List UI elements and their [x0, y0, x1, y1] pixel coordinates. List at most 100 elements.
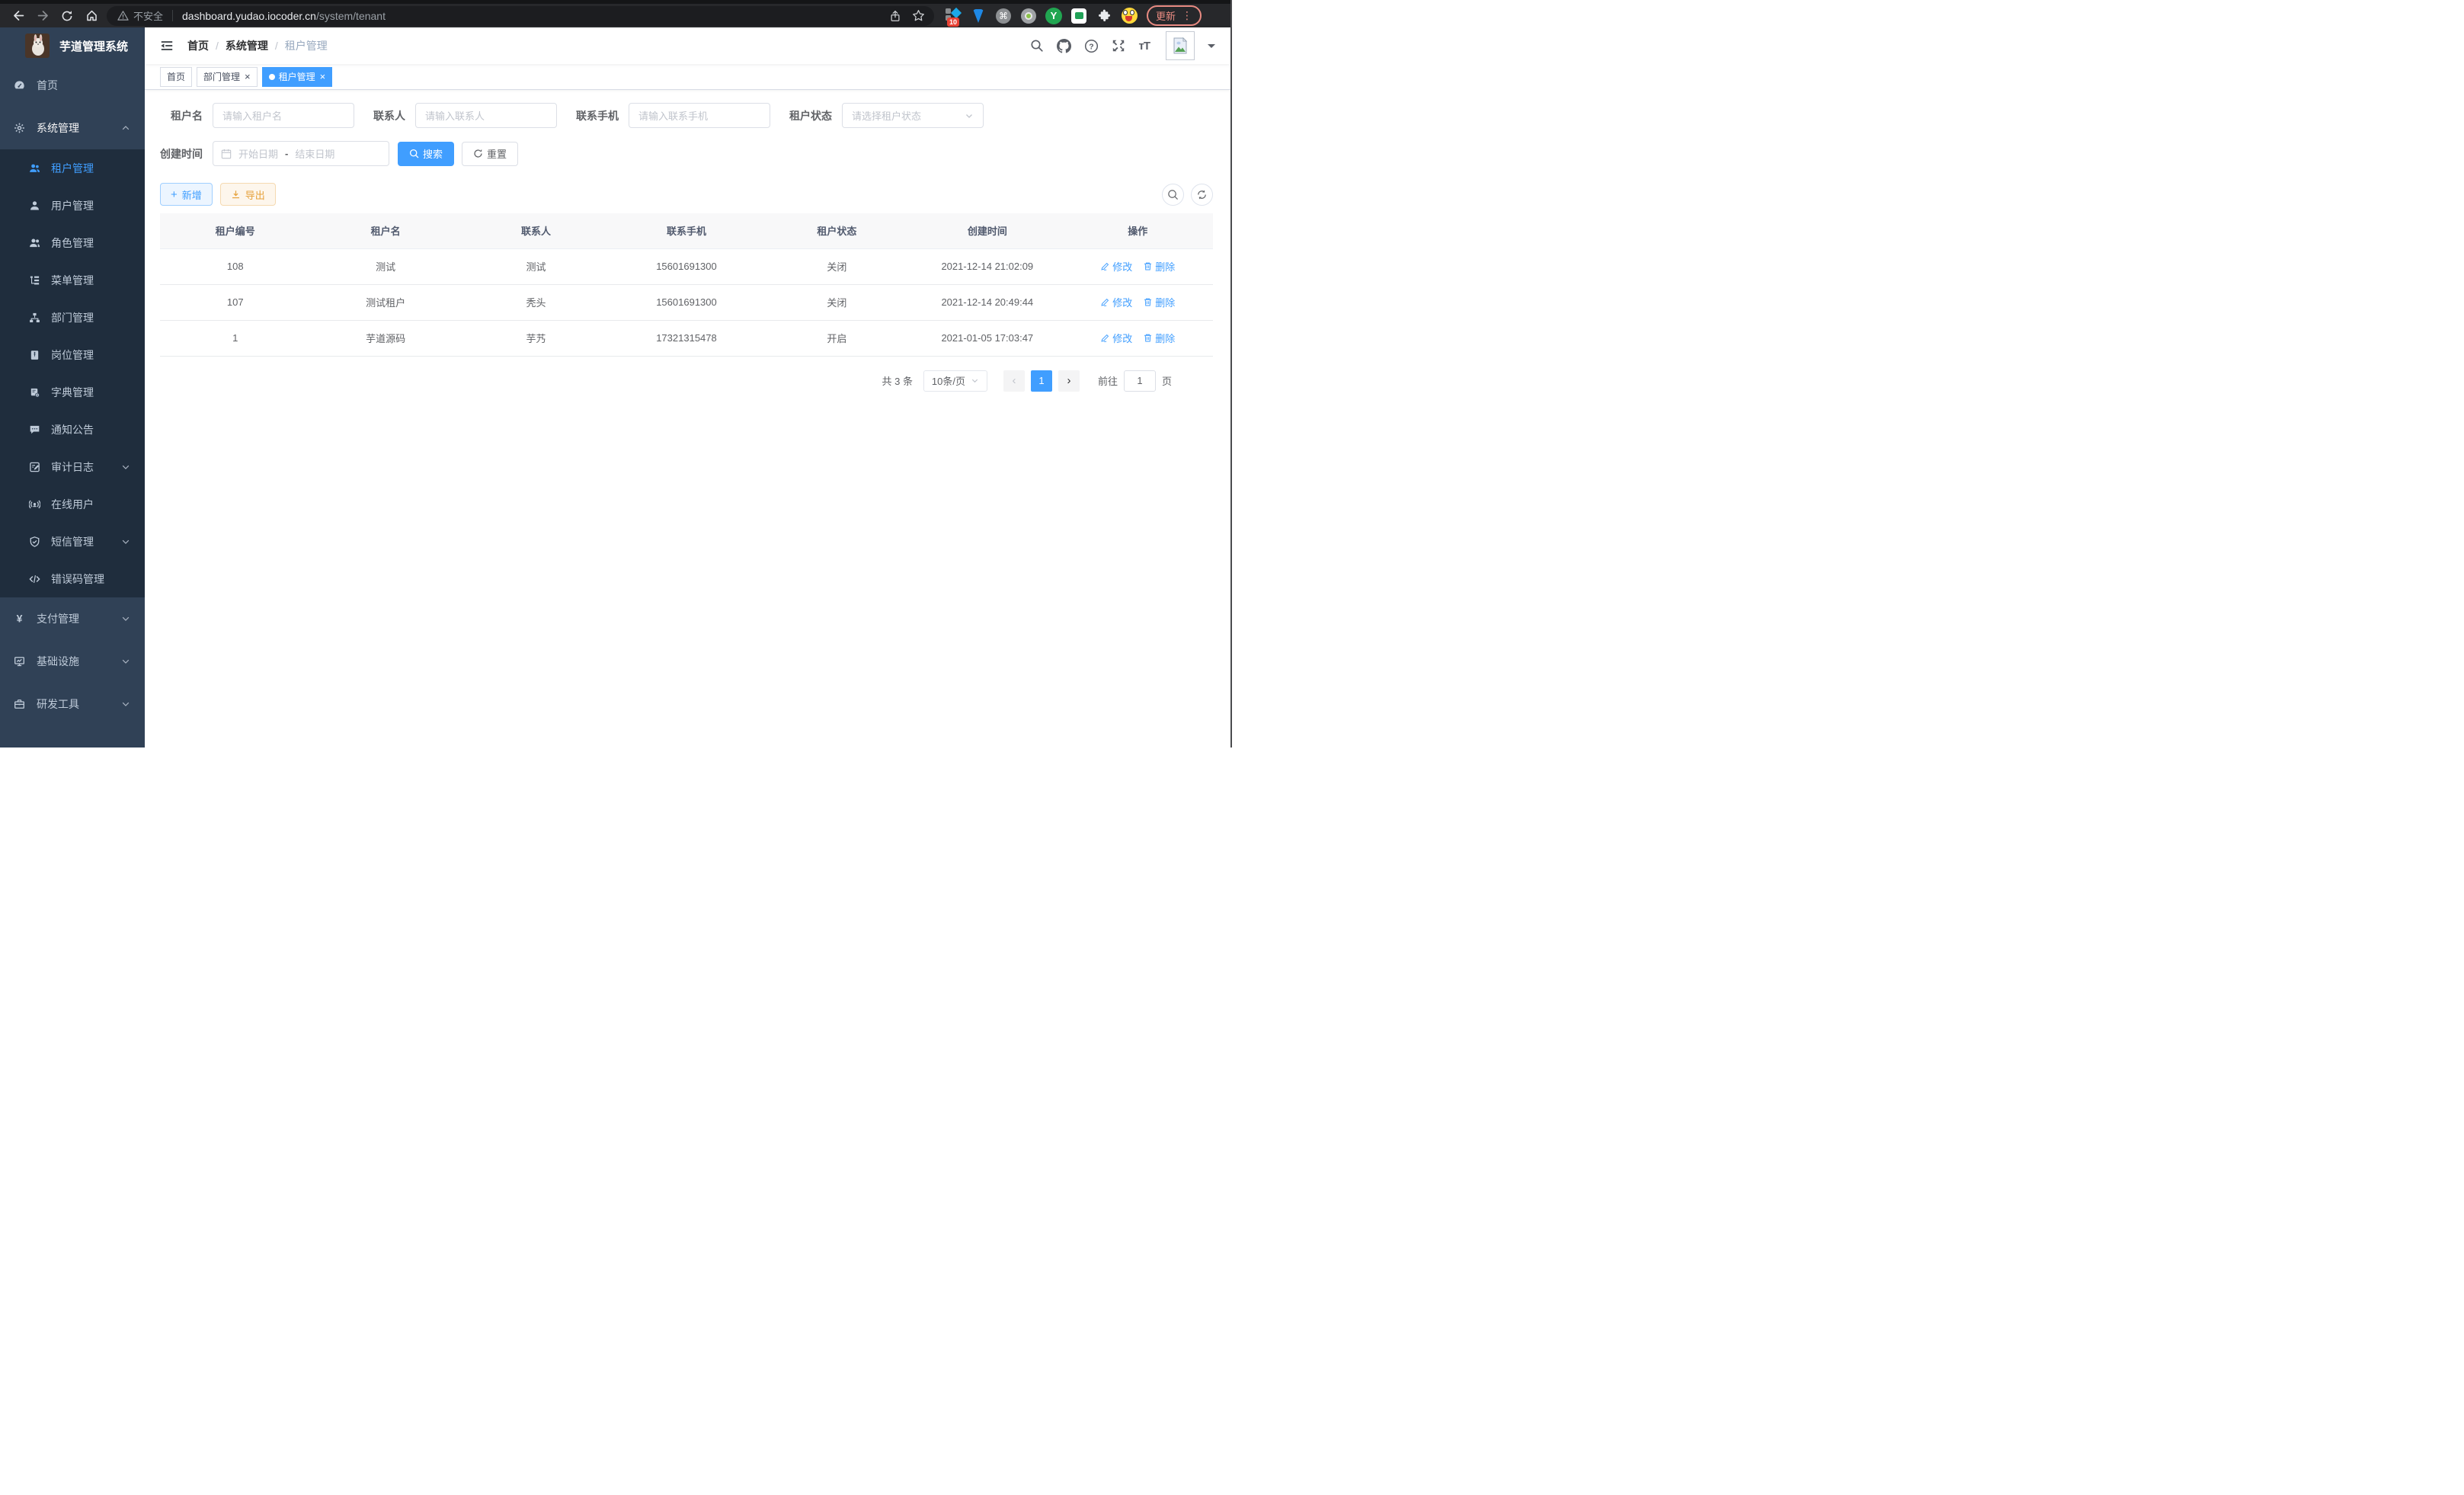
- table-column-header: 联系人: [461, 213, 611, 248]
- font-size-icon[interactable]: ᴛT: [1138, 40, 1150, 53]
- sidebar-item-menu[interactable]: 菜单管理: [0, 261, 145, 299]
- svg-text:?: ?: [1090, 43, 1094, 51]
- tag-dept[interactable]: 部门管理×: [197, 67, 258, 87]
- tenant-name-input[interactable]: 请输入租户名: [213, 103, 354, 128]
- hamburger-icon[interactable]: [160, 39, 174, 53]
- cell-create_time: 2021-01-05 17:03:47: [912, 320, 1062, 356]
- breadcrumb-item[interactable]: 系统管理: [226, 38, 268, 53]
- tag-tenant[interactable]: 租户管理×: [262, 67, 333, 87]
- cell-status: 关闭: [762, 284, 912, 320]
- breadcrumb: 首页/系统管理/租户管理: [187, 38, 328, 53]
- avatar-dropdown-caret-icon[interactable]: [1208, 44, 1215, 52]
- browser-forward-icon[interactable]: [34, 7, 52, 25]
- url-text[interactable]: dashboard.yudao.iocoder.cn/system/tenant: [182, 10, 386, 22]
- extension-yudao-icon[interactable]: Y: [1045, 8, 1062, 24]
- sidebar-item-online-user[interactable]: 在线用户: [0, 485, 145, 523]
- sidebar-item-dict[interactable]: 字典管理: [0, 373, 145, 411]
- tenant-table: 租户编号租户名联系人联系手机租户状态创建时间操作 108测试测试15601691…: [160, 213, 1213, 357]
- tenant-icon: [29, 162, 40, 174]
- sidebar-item-dev-tool[interactable]: 研发工具: [0, 683, 145, 725]
- delete-link[interactable]: 删除: [1143, 295, 1175, 309]
- edit-link[interactable]: 修改: [1100, 259, 1132, 274]
- dict-icon: [29, 386, 40, 398]
- cell-actions: 修改删除: [1063, 284, 1213, 320]
- toggle-search-button[interactable]: [1162, 184, 1184, 206]
- cell-actions: 修改删除: [1063, 320, 1213, 356]
- extension-command-icon[interactable]: ⌘: [995, 8, 1012, 24]
- security-warning-icon[interactable]: [117, 10, 129, 21]
- search-button[interactable]: 搜索: [398, 142, 454, 166]
- breadcrumb-item[interactable]: 首页: [187, 38, 209, 53]
- browser-menu-kebab-icon[interactable]: ⋮: [1182, 9, 1192, 22]
- end-date-placeholder: 结束日期: [295, 146, 334, 161]
- sidebar-item-notice[interactable]: 通知公告: [0, 411, 145, 448]
- edit-pencil-icon: [1100, 333, 1110, 343]
- chevron-down-icon: [121, 699, 130, 709]
- delete-link[interactable]: 删除: [1143, 331, 1175, 345]
- cell-status: 关闭: [762, 248, 912, 284]
- tag-home[interactable]: 首页: [160, 67, 192, 87]
- sidebar-item-sms[interactable]: 短信管理: [0, 523, 145, 560]
- extension-devtools-icon[interactable]: 10: [945, 8, 962, 24]
- log-icon: [29, 461, 40, 472]
- sidebar-item-tenant[interactable]: 租户管理: [0, 149, 145, 187]
- address-bar[interactable]: 不安全 dashboard.yudao.iocoder.cn/system/te…: [107, 6, 934, 26]
- sidebar-item-dept[interactable]: 部门管理: [0, 299, 145, 336]
- browser-reload-icon[interactable]: [58, 7, 76, 25]
- cell-id: 107: [160, 284, 310, 320]
- trash-icon: [1143, 333, 1153, 343]
- plus-icon: +: [171, 189, 178, 200]
- header-search-icon[interactable]: [1030, 39, 1044, 53]
- fullscreen-icon[interactable]: [1112, 39, 1125, 53]
- browser-home-icon[interactable]: [82, 7, 101, 25]
- sidebar-item-audit-log[interactable]: 审计日志: [0, 448, 145, 485]
- export-button[interactable]: 导出: [220, 183, 276, 206]
- reset-button[interactable]: 重置: [462, 142, 518, 166]
- mobile-input[interactable]: 请输入联系手机: [629, 103, 770, 128]
- prev-page-button[interactable]: ‹: [1003, 370, 1025, 392]
- sidebar-item-user[interactable]: 用户管理: [0, 187, 145, 224]
- sidebar-item-infra[interactable]: 基础设施: [0, 640, 145, 683]
- sidebar-item-pay[interactable]: ¥支付管理: [0, 597, 145, 640]
- breadcrumb-separator: /: [275, 40, 278, 52]
- dashboard-icon: [14, 80, 25, 91]
- refresh-button[interactable]: [1191, 184, 1213, 206]
- contact-input[interactable]: 请输入联系人: [415, 103, 557, 128]
- edit-link[interactable]: 修改: [1100, 331, 1132, 345]
- extension-chat-icon[interactable]: [1070, 8, 1087, 24]
- create-time-range-picker[interactable]: 开始日期 - 结束日期: [213, 141, 389, 166]
- next-page-button[interactable]: ›: [1058, 370, 1080, 392]
- chevron-down-icon: [121, 537, 130, 546]
- security-warning-label[interactable]: 不安全: [133, 8, 163, 23]
- delete-link[interactable]: 删除: [1143, 259, 1175, 274]
- status-select[interactable]: 请选择租户状态: [842, 103, 984, 128]
- table-row: 1芋道源码芋艿17321315478开启2021-01-05 17:03:47修…: [160, 320, 1213, 356]
- browser-update-button[interactable]: 更新 ⋮: [1147, 5, 1202, 26]
- help-icon[interactable]: ?: [1084, 39, 1099, 53]
- user-avatar[interactable]: [1166, 31, 1195, 60]
- pagination: 共 3 条 10条/页 ‹ 1 › 前往 1 页: [160, 370, 1213, 392]
- extension-green-dot-icon[interactable]: [1020, 8, 1037, 24]
- sidebar-item-system[interactable]: 系统管理: [0, 107, 145, 149]
- browser-back-icon[interactable]: [9, 7, 27, 25]
- edit-link[interactable]: 修改: [1100, 295, 1132, 309]
- sidebar-item-error-code[interactable]: 错误码管理: [0, 560, 145, 597]
- sms-icon: [29, 536, 40, 547]
- sidebar-item-post[interactable]: 岗位管理: [0, 336, 145, 373]
- github-icon[interactable]: [1057, 39, 1071, 53]
- tag-close-icon[interactable]: ×: [320, 72, 326, 82]
- extensions-puzzle-icon[interactable]: [1096, 8, 1112, 24]
- page-number-1[interactable]: 1: [1031, 370, 1052, 392]
- extension-emoji-icon[interactable]: [1121, 8, 1138, 24]
- page-size-select[interactable]: 10条/页: [923, 370, 987, 392]
- share-icon[interactable]: [889, 10, 901, 22]
- goto-page-input[interactable]: 1: [1124, 370, 1156, 392]
- extension-kite-icon[interactable]: [970, 8, 987, 24]
- sidebar-item-home[interactable]: 首页: [0, 64, 145, 107]
- tag-close-icon[interactable]: ×: [245, 72, 251, 82]
- add-button[interactable]: + 新增: [160, 183, 213, 206]
- bookmark-star-icon[interactable]: [912, 9, 925, 22]
- sidebar-item-role[interactable]: 角色管理: [0, 224, 145, 261]
- app-logo-row[interactable]: 芋道管理系统: [0, 27, 145, 64]
- top-navbar: 首页/系统管理/租户管理 ? ᴛT: [145, 27, 1230, 64]
